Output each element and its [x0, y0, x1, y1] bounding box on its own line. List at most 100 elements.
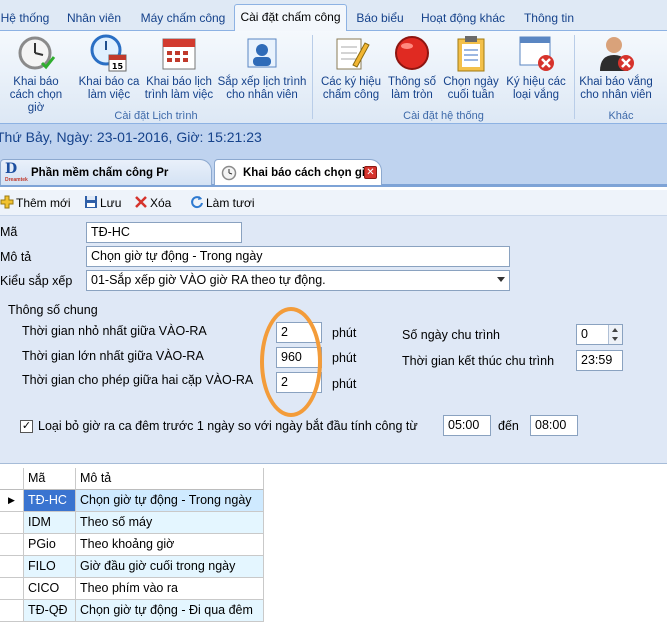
- group-separator: [312, 35, 313, 119]
- chon-ngay-cuoi-tuan-button[interactable]: Chọn ngày cuối tuần: [442, 33, 500, 109]
- toolbar: Thêm mới Lưu Xóa Làm tươi: [0, 190, 667, 216]
- min-time-label: Thời gian nhỏ nhất giữa VÀO-RA: [22, 324, 207, 338]
- ribbon-tab-bar: Hệ thống Nhân viên Máy chấm công Cài đặt…: [0, 0, 667, 32]
- grid-cell-mota[interactable]: Theo khoảng giờ: [76, 534, 264, 556]
- mota-input[interactable]: Chọn giờ tự động - Trong ngày: [86, 246, 510, 267]
- group-label-lich-trinh: Cài đặt Lịch trình: [114, 110, 198, 122]
- den-time-input[interactable]: 08:00: [530, 415, 578, 436]
- row-indicator: [0, 600, 24, 622]
- current-row-indicator-icon: ▶: [0, 490, 24, 512]
- grid-cell-ma[interactable]: CICO: [24, 578, 76, 600]
- tab-khai-bao-cach-chon-gio[interactable]: Khai báo cách chọn giờ ✕: [214, 159, 382, 185]
- grid-cell-mota[interactable]: Chọn giờ tự động - Đi qua đêm: [76, 600, 264, 622]
- chon-ngay-cuoi-tuan-label: Chọn ngày cuối tuần: [443, 76, 499, 101]
- grid-cell-ma[interactable]: TĐ-HC: [24, 490, 76, 512]
- khai-bao-vang-label: Khai báo vắng cho nhân viên: [579, 76, 653, 101]
- row-indicator: [0, 512, 24, 534]
- tab-he-thong[interactable]: Hệ thống: [0, 6, 50, 31]
- stepper-arrows-icon[interactable]: [608, 325, 622, 344]
- close-tab-icon[interactable]: ✕: [364, 166, 377, 179]
- save-button[interactable]: Lưu: [84, 195, 121, 210]
- thong-so-lam-tron-button[interactable]: Thông số làm tròn: [386, 33, 438, 109]
- grid-cell-mota[interactable]: Giờ đầu giờ cuối trong ngày: [76, 556, 264, 578]
- tab-bao-bieu[interactable]: Báo biểu: [354, 6, 406, 31]
- grid-header-indicator: [0, 468, 24, 490]
- grid-cell-ma[interactable]: IDM: [24, 512, 76, 534]
- khai-bao-ca-lam-viec-label: Khai báo ca làm việc: [78, 76, 140, 101]
- row-indicator: [0, 578, 24, 600]
- so-ngay-chu-trinh-value: 0: [581, 327, 588, 341]
- khai-bao-vang-button[interactable]: Khai báo vắng cho nhân viên: [578, 33, 654, 109]
- clock-icon: [18, 36, 56, 70]
- grid-cell-ma[interactable]: PGio: [24, 534, 76, 556]
- tab-nhan-vien[interactable]: Nhân viên: [60, 6, 128, 31]
- calendar-icon: [162, 38, 196, 70]
- thong-so-lam-tron-label: Thông số làm tròn: [388, 76, 436, 101]
- document-tab-bar: Phần mềm chấm công Pr D Dreamtek Khai bá…: [0, 154, 667, 187]
- mota-label: Mô tả: [0, 250, 32, 264]
- sap-xep-lich-trinh-button[interactable]: Sắp xếp lịch trình cho nhân viên: [216, 33, 308, 109]
- group-separator: [574, 35, 575, 119]
- tab-hoat-dong-khac[interactable]: Hoạt động khác: [416, 6, 510, 31]
- grid-cell-mota[interactable]: Theo phím vào ra: [76, 578, 264, 600]
- tab-may-cham-cong[interactable]: Máy chấm công: [138, 6, 228, 31]
- tab-phan-mem-cham-cong[interactable]: Phần mềm chấm công Pr D Dreamtek: [0, 159, 212, 185]
- svg-text:15: 15: [112, 62, 124, 71]
- max-time-label: Thời gian lớn nhất giữa VÀO-RA: [22, 349, 204, 363]
- khai-bao-ca-lam-viec-button[interactable]: 15 Khai báo ca làm việc: [74, 33, 144, 109]
- add-button[interactable]: Thêm mới: [0, 195, 71, 210]
- so-ngay-chu-trinh-label: Số ngày chu trình: [402, 328, 500, 342]
- kieu-sap-xep-select[interactable]: 01-Sắp xếp giờ VÀO giờ RA theo tự động.: [86, 270, 510, 291]
- loai-bo-checkbox[interactable]: ✓: [20, 420, 33, 433]
- ky-hieu-loai-vang-label: Ký hiệu các loại vắng: [506, 76, 566, 101]
- refresh-button[interactable]: Làm tươi: [190, 195, 255, 210]
- delete-x-icon: [135, 196, 147, 208]
- khai-bao-cach-chon-gio-button[interactable]: Khai báo cách chọn giờ: [0, 33, 72, 114]
- delete-button[interactable]: Xóa: [134, 195, 171, 210]
- tab-phan-mem-label: Phần mềm chấm công Pr: [31, 167, 169, 179]
- refresh-icon: [191, 196, 203, 209]
- add-button-label: Thêm mới: [16, 196, 71, 210]
- ket-thuc-chu-trinh-input[interactable]: 23:59: [576, 350, 623, 371]
- schedule-person-icon: [247, 38, 277, 68]
- row-indicator: [0, 556, 24, 578]
- khai-bao-cach-chon-gio-label: Khai báo cách chọn giờ: [9, 76, 63, 114]
- loai-bo-label: Loại bỏ giờ ra ca đêm trước 1 ngày so vớ…: [38, 419, 418, 433]
- grid-cell-ma[interactable]: TĐ-QĐ: [24, 600, 76, 622]
- refresh-button-label: Làm tươi: [206, 196, 255, 210]
- sap-xep-lich-trinh-label: Sắp xếp lịch trình cho nhân viên: [217, 76, 307, 101]
- save-icon: [85, 196, 97, 208]
- grid-cell-mota[interactable]: Theo số máy: [76, 512, 264, 534]
- group-label-he-thong: Cài đặt hệ thống: [403, 110, 484, 122]
- max-unit-label: phút: [332, 351, 357, 365]
- cac-ky-hieu-label: Các ký hiệu chấm công: [320, 76, 382, 101]
- khai-bao-lich-trinh-button[interactable]: Khai báo lịch trình làm việc: [144, 33, 214, 109]
- kieu-sap-xep-label: Kiểu sắp xếp: [0, 274, 73, 288]
- clock-icon: [221, 165, 237, 181]
- person-remove-icon: [600, 37, 634, 71]
- pair-unit-label: phút: [332, 377, 357, 391]
- cac-ky-hieu-button[interactable]: Các ký hiệu chấm công: [318, 33, 384, 109]
- grid-header-mota[interactable]: Mô tả: [76, 468, 264, 490]
- grid-cell-mota[interactable]: Chọn giờ tự động - Trong ngày: [76, 490, 264, 512]
- so-ngay-chu-trinh-stepper[interactable]: 0: [576, 324, 623, 345]
- group-label-khac: Khác: [608, 110, 634, 122]
- den-label: đến: [498, 419, 519, 433]
- grid-cell-ma[interactable]: FILO: [24, 556, 76, 578]
- clipboard-icon: [457, 36, 485, 72]
- chevron-down-icon[interactable]: [497, 277, 505, 282]
- tu-time-input[interactable]: 05:00: [443, 415, 491, 436]
- highlight-ring: [260, 307, 322, 417]
- row-indicator: [0, 534, 24, 556]
- tab-khai-bao-label: Khai báo cách chọn giờ: [243, 167, 374, 179]
- red-circle-icon: [395, 36, 429, 70]
- khai-bao-lich-trinh-label: Khai báo lịch trình làm việc: [144, 76, 214, 101]
- date-time-text: Thứ Bảy, Ngày: 23-01-2016, Giờ: 15:21:23: [0, 129, 262, 145]
- thong-so-chung-label: Thông số chung: [8, 303, 98, 317]
- tab-thong-tin[interactable]: Thông tin: [518, 6, 580, 31]
- tab-cai-dat-cham-cong[interactable]: Cài đặt chấm công: [234, 4, 347, 32]
- date-time-bar: Thứ Bảy, Ngày: 23-01-2016, Giờ: 15:21:23: [0, 124, 667, 154]
- grid-header-ma[interactable]: Mã: [24, 468, 76, 490]
- ma-input[interactable]: TĐ-HC: [86, 222, 242, 243]
- ky-hieu-loai-vang-button[interactable]: Ký hiệu các loại vắng: [502, 33, 570, 109]
